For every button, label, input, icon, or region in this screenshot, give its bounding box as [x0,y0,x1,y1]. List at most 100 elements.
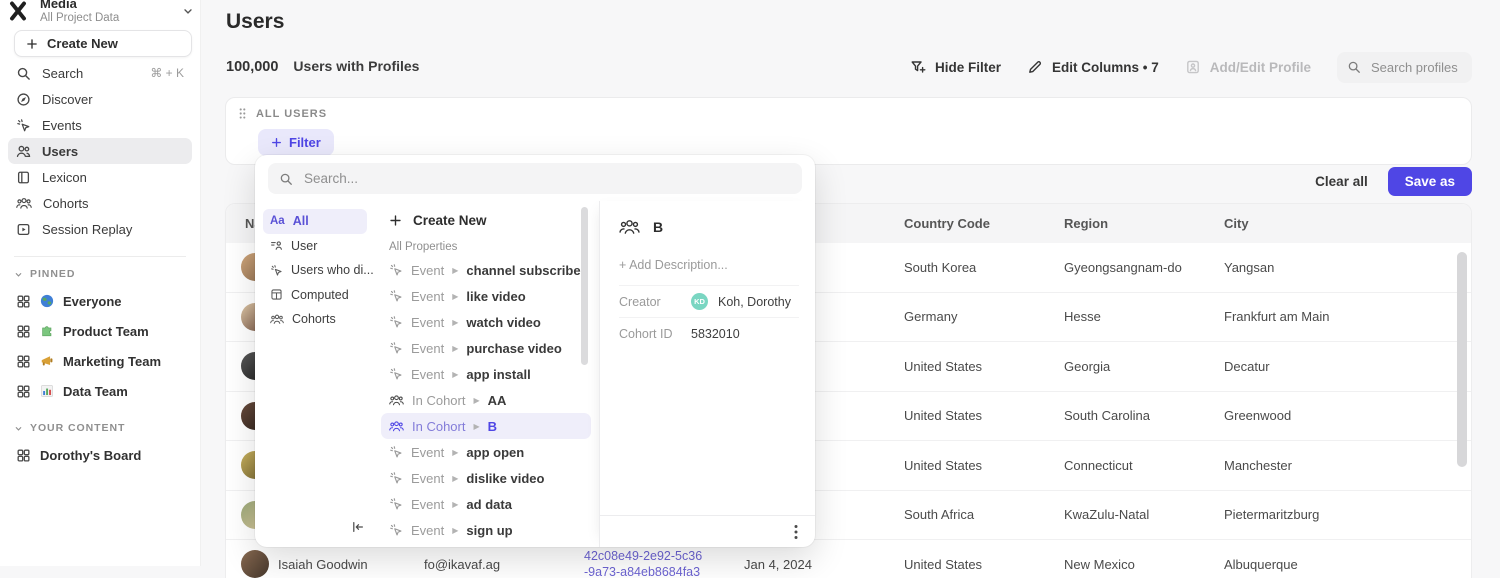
sidebar-item-lexicon[interactable]: Lexicon [8,164,192,190]
bar-chart-emoji-icon [40,384,54,398]
event-spark-icon [389,523,403,537]
chevron-separator: ▶ [452,344,458,353]
edit-columns-button[interactable]: Edit Columns • 7 [1027,59,1159,75]
cohort-icon [270,313,284,325]
sidebar-nav: Search ⌘ + K Discover Events Users Lexic… [8,60,192,242]
cohort-title: B [653,219,663,235]
clear-all-button[interactable]: Clear all [1315,174,1368,189]
workspace-name: Media [40,0,119,11]
search-icon [279,172,293,186]
sidebar-item-cohorts[interactable]: Cohorts [8,190,192,216]
property-in-cohort-b[interactable]: In Cohort▶B [381,413,591,439]
aa-text-icon: Aa [270,215,285,227]
column-header-region[interactable]: Region [1045,216,1205,231]
cohort-icon [389,420,404,432]
board-grid-icon [16,294,31,309]
dropdown-search-box[interactable] [268,163,802,194]
globe-emoji-icon [40,294,54,308]
property-in-cohort-aa[interactable]: In Cohort▶AA [381,387,591,413]
add-description-button[interactable]: + Add Description... [619,258,799,272]
category-cohorts[interactable]: Cohorts [263,307,367,332]
pinned-board-marketing-team[interactable]: Marketing Team [8,346,192,376]
property-event-watch-video[interactable]: Event▶watch video [381,309,591,335]
event-spark-icon [389,263,403,277]
search-profiles-box[interactable] [1337,52,1472,83]
your-content-section-header[interactable]: YOUR CONTENT [14,422,125,434]
board-grid-icon [16,354,31,369]
sidebar-divider [14,256,186,257]
users-icon [16,144,31,159]
board-grid-icon [16,324,31,339]
filter-group-label: ALL USERS [256,108,327,120]
dropdown-search-input[interactable] [302,170,791,187]
chevron-separator: ▶ [452,370,458,379]
search-shortcut: ⌘ + K [150,66,184,80]
event-spark-icon [389,471,403,485]
sidebar-item-users[interactable]: Users [8,138,192,164]
sidebar-item-session-replay[interactable]: Session Replay [8,216,192,242]
pinned-board-everyone[interactable]: Everyone [8,286,192,316]
sidebar-item-discover[interactable]: Discover [8,86,192,112]
puzzle-emoji-icon [40,324,54,338]
hide-filter-button[interactable]: Hide Filter [910,59,1001,75]
event-spark-icon [389,289,403,303]
chevron-down-icon [14,424,23,433]
property-event-like-video[interactable]: Event▶like video [381,283,591,309]
filter-property-dropdown: Aa All User Users who di... Computed Coh… [255,155,815,547]
your-content-dorothys-board[interactable]: Dorothy's Board [8,440,192,470]
property-event-ad-data[interactable]: Event▶ad data [381,491,591,517]
event-spark-icon [389,497,403,511]
create-new-button[interactable]: Create New [14,30,192,57]
sidebar-item-events[interactable]: Events [8,112,192,138]
column-header-city[interactable]: City [1205,216,1471,231]
workspace-switcher[interactable]: Media All Project Data [6,0,194,29]
drag-handle-icon[interactable] [238,107,247,120]
kebab-menu-icon[interactable] [794,524,798,540]
property-event-app-open[interactable]: Event▶app open [381,439,591,465]
chevron-down-icon [14,270,23,279]
category-user[interactable]: User [263,234,367,259]
cohort-icon [16,196,32,210]
chevron-separator: ▶ [452,266,458,275]
collapse-panel-icon[interactable] [351,520,365,534]
board-grid-icon [16,448,31,463]
property-event-purchase-video[interactable]: Event▶purchase video [381,335,591,361]
pinned-section-header[interactable]: PINNED [14,268,75,280]
user-count-label: Users with Profiles [293,58,419,74]
board-grid-icon [16,384,31,399]
search-icon [16,66,31,81]
funnel-icon [910,59,926,75]
pinned-board-product-team[interactable]: Product Team [8,316,192,346]
pinned-board-data-team[interactable]: Data Team [8,376,192,406]
event-spark-icon [389,315,403,329]
property-event-channel-subscribe[interactable]: Event▶channel subscribe [381,257,591,283]
cohort-icon [389,394,404,406]
category-users-who-did[interactable]: Users who di... [263,258,367,283]
dropdown-create-new[interactable]: Create New [381,207,591,234]
property-event-dislike-video[interactable]: Event▶dislike video [381,465,591,491]
add-filter-button[interactable]: Filter [258,129,334,156]
column-header-country-code[interactable]: Country Code [885,216,1045,231]
event-spark-icon [16,118,31,133]
creator-name: Koh, Dorothy [718,295,791,309]
computed-icon [270,288,283,301]
compass-icon [16,92,31,107]
category-computed[interactable]: Computed [263,283,367,308]
search-profiles-input[interactable] [1369,59,1462,76]
save-as-button[interactable]: Save as [1388,167,1472,196]
sidebar-item-search[interactable]: Search ⌘ + K [8,60,192,86]
chevron-separator: ▶ [452,448,458,457]
event-spark-icon [389,367,403,381]
property-event-app-install[interactable]: Event▶app install [381,361,591,387]
media-logo-icon [6,0,30,24]
add-edit-profile-button[interactable]: Add/Edit Profile [1185,59,1311,75]
dropdown-items: Create New All Properties Event▶channel … [373,201,599,547]
event-spark-icon [389,341,403,355]
replay-icon [16,222,31,237]
user-count: 100,000 [226,59,278,75]
table-scrollbar[interactable] [1457,252,1467,467]
category-all[interactable]: Aa All [263,209,367,234]
property-event-sign-up[interactable]: Event▶sign up [381,517,591,543]
dropdown-scrollbar[interactable] [581,207,588,365]
plus-icon [26,38,38,50]
